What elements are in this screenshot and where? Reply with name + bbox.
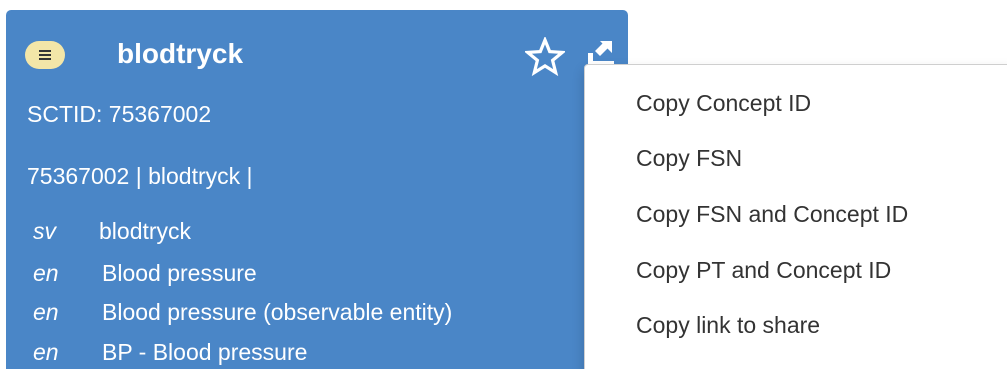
description-term: Blood pressure (observable entity) (102, 299, 453, 325)
language-code: en (33, 339, 59, 365)
menu-item-copy-fsn[interactable]: Copy FSN (636, 143, 742, 173)
concept-title: blodtryck (117, 38, 244, 69)
description-term: BP - Blood pressure (102, 339, 308, 365)
star-outline-icon[interactable] (525, 37, 565, 77)
stage: blodtryck SCTID: 75367002 75367002 | blo… (0, 0, 1007, 369)
description-row: en Blood pressure (observable entity) (33, 297, 452, 327)
language-code: en (33, 299, 59, 325)
menu-item-copy-concept-id[interactable]: Copy Concept ID (636, 88, 811, 118)
description-term: Blood pressure (102, 260, 257, 286)
language-code: sv (33, 218, 56, 244)
lines-icon (39, 50, 51, 60)
description-row: en Blood pressure (33, 258, 257, 288)
description-row: en BP - Blood pressure (33, 337, 307, 367)
definition-status-badge[interactable] (25, 41, 65, 69)
menu-item-copy-link-to-share[interactable]: Copy link to share (636, 310, 820, 340)
language-code: en (33, 260, 59, 286)
menu-item-copy-pt-and-concept-id[interactable]: Copy PT and Concept ID (636, 255, 891, 285)
description-row: sv blodtryck (33, 216, 191, 246)
concept-card: blodtryck SCTID: 75367002 75367002 | blo… (6, 10, 628, 369)
concept-expression: 75367002 | blodtryck | (27, 163, 253, 189)
copy-context-menu: Copy Concept ID Copy FSN Copy FSN and Co… (584, 64, 1007, 369)
description-term: blodtryck (99, 218, 192, 244)
sctid-label: SCTID: 75367002 (27, 101, 212, 127)
menu-item-copy-fsn-and-concept-id[interactable]: Copy FSN and Concept ID (636, 199, 908, 229)
